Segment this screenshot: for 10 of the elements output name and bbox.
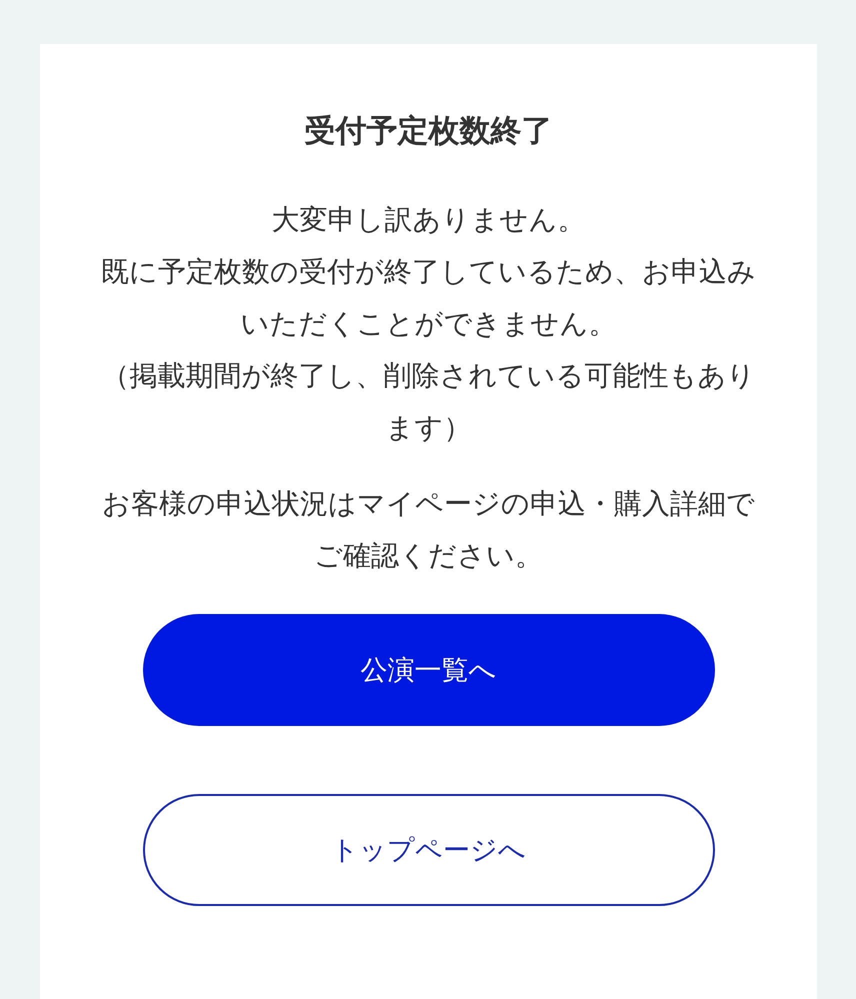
message-text: 大変申し訳ありません。 xyxy=(270,202,586,238)
message-text: ます） xyxy=(384,410,472,446)
performance-list-button[interactable]: 公演一覧へ xyxy=(142,614,714,726)
message-text: いただくことができません。 xyxy=(240,306,618,342)
message-text: ご確認ください。 xyxy=(313,538,544,574)
message-text: 既に予定枚数の受付が終了しているため、お申込み xyxy=(100,254,757,290)
page-title: 受付予定枚数終了 xyxy=(304,112,554,151)
message-text: （掲載期間が終了し、削除されている可能性もあり xyxy=(100,358,756,394)
top-page-button[interactable]: トップページへ xyxy=(142,794,714,906)
message-text: お客様の申込状況はマイページの申込・購入詳細で xyxy=(101,486,756,522)
